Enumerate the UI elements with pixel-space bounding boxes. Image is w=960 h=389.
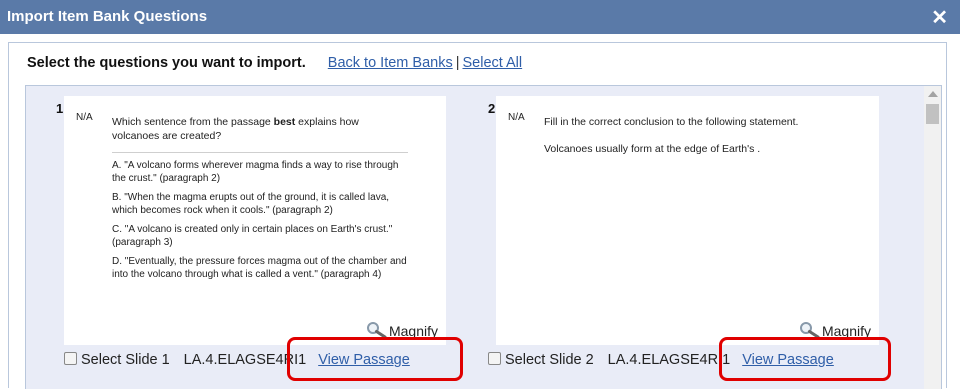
select-all-link[interactable]: Select All xyxy=(462,55,522,71)
scroll-thumb[interactable] xyxy=(926,104,939,124)
answer-list: A. "A volcano forms wherever magma finds… xyxy=(112,152,408,281)
slide-preview-2: N/A Fill in the correct conclusion to th… xyxy=(496,96,879,345)
close-icon[interactable]: ✕ xyxy=(931,5,948,30)
question-number: 2 xyxy=(488,101,496,116)
select-slide-1-checkbox[interactable] xyxy=(64,352,77,365)
vertical-scrollbar[interactable] xyxy=(924,86,941,389)
slide-preview-1: N/A Which sentence from the passage best… xyxy=(64,96,446,345)
question-text-line2: Volcanoes usually form at the edge of Ea… xyxy=(544,143,761,155)
question-text-line1: Fill in the correct conclusion to the fo… xyxy=(544,116,799,128)
instruction-text: Select the questions you want to import. xyxy=(27,55,306,71)
points-label: N/A xyxy=(508,112,525,123)
question-text: Which sentence from the passage best exp… xyxy=(112,115,402,143)
question-text-pre: Which sentence from the passage xyxy=(112,116,274,128)
questions-panel[interactable]: 1 N/A Which sentence from the passage be… xyxy=(25,85,942,389)
select-slide-label: Select Slide 2 xyxy=(505,352,594,368)
answer-option: C. "A volcano is created only in certain… xyxy=(112,224,393,248)
highlight-box-2 xyxy=(719,337,891,381)
question-text-bold: best xyxy=(273,116,296,128)
header-row: Select the questions you want to import.… xyxy=(27,55,522,71)
dialog-body: Select the questions you want to import.… xyxy=(8,42,947,389)
link-separator: | xyxy=(455,55,460,71)
back-to-item-banks-link[interactable]: Back to Item Banks xyxy=(328,55,453,71)
answer-option: D. "Eventually, the pressure forces magm… xyxy=(112,256,407,280)
select-slide-label: Select Slide 1 xyxy=(81,352,170,368)
standard-code: LA.4.ELAGSE4RI1 xyxy=(607,352,731,368)
dialog-title: Import Item Bank Questions xyxy=(7,8,208,25)
answer-option: A. "A volcano forms wherever magma finds… xyxy=(112,160,399,184)
question-number: 1 xyxy=(56,101,64,116)
scroll-up-arrow[interactable] xyxy=(928,91,938,97)
dialog-titlebar: Import Item Bank Questions ✕ xyxy=(0,0,960,34)
highlight-box-1 xyxy=(287,337,463,381)
points-label: N/A xyxy=(76,112,93,123)
select-slide-2-checkbox[interactable] xyxy=(488,352,501,365)
answer-option: B. "When the magma erupts out of the gro… xyxy=(112,192,390,216)
